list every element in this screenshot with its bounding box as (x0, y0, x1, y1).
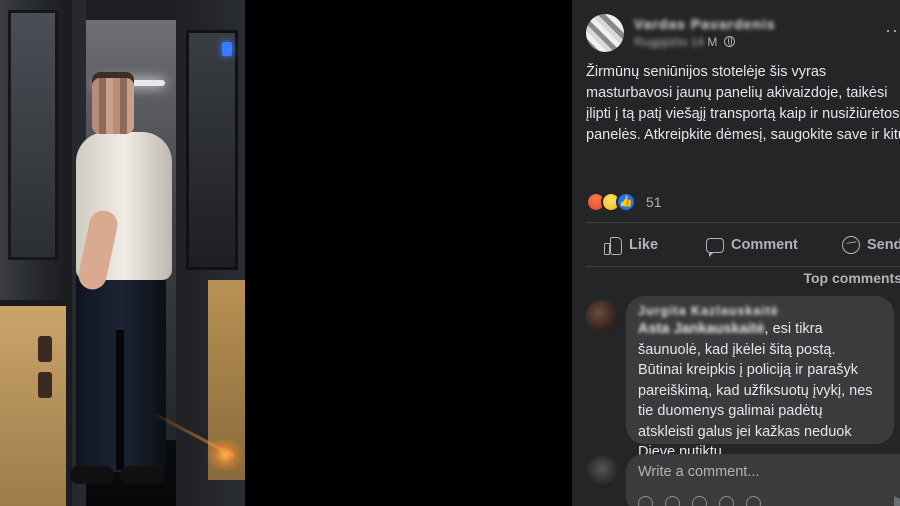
divider (586, 266, 900, 267)
gif-icon[interactable] (719, 496, 734, 506)
comment-text: Asta Jankauskaitė, esi tikra šaunuolė, k… (638, 319, 882, 463)
thumbs-up-icon (604, 236, 622, 255)
black-gap (245, 0, 572, 506)
door-slot (38, 372, 52, 398)
author-avatar[interactable] (586, 14, 624, 52)
sticker-icon[interactable] (746, 496, 761, 506)
tagged-user[interactable]: Asta Jankauskaitė (638, 321, 765, 337)
like-reaction-icon: 👍 (616, 192, 636, 212)
commenter-avatar[interactable] (586, 300, 618, 332)
floor-light (205, 440, 245, 470)
comment-label: Comment (731, 237, 798, 253)
author-name[interactable]: Vardas Pavardenis (634, 16, 776, 32)
person-shoe (120, 466, 164, 484)
camera-icon[interactable] (692, 496, 707, 506)
door-slot (38, 336, 52, 362)
bus-panel-left (0, 300, 66, 506)
more-options-icon[interactable]: ··· (885, 20, 900, 41)
post-body: Žirmūnų seniūnijos stotelėje šis vyras m… (586, 64, 900, 143)
facebook-post: Vardas Pavardenis Rugpjūčio 14 M ··· Žir… (572, 0, 900, 506)
commenter-name[interactable]: Jurgita Kazlauskaitė (638, 304, 882, 318)
person-leg-gap (116, 330, 124, 470)
comment-input[interactable]: Write a comment... (626, 454, 900, 506)
current-user-avatar (586, 456, 618, 488)
bus-window-left (8, 10, 58, 260)
post-header: Vardas Pavardenis Rugpjūčio 14 M ··· (586, 14, 900, 54)
bus-window-right (186, 30, 238, 270)
comment-body: , esi tikra šaunuolė, kad įkėlei šitą po… (638, 321, 873, 460)
send-button[interactable]: Send (842, 228, 900, 262)
globe-icon (723, 36, 735, 47)
person-shoe (70, 466, 114, 484)
comment-button[interactable]: Comment (706, 228, 798, 262)
timestamp-blurred: Rugpjūčio 14 (634, 35, 705, 49)
comment: Jurgita Kazlauskaitė Asta Jankauskaitė, … (586, 296, 900, 460)
pixelated-face (92, 78, 134, 134)
messenger-icon (842, 236, 860, 254)
emoji-icon[interactable] (665, 496, 680, 506)
timestamp-suffix: M (707, 35, 718, 49)
post-timestamp[interactable]: Rugpjūčio 14 M (634, 35, 735, 49)
post-photo[interactable] (0, 0, 245, 506)
comment-bubble-icon (706, 238, 724, 257)
post-actions: Like Comment Send (586, 228, 900, 262)
reactions-bar[interactable]: 👍 51 19 (586, 192, 900, 214)
write-comment-row: Write a comment... (586, 454, 900, 506)
comment-sort-dropdown[interactable]: Top comments (803, 270, 900, 286)
comment-bubble: Jurgita Kazlauskaitė Asta Jankauskaitė, … (626, 296, 894, 460)
avatar-sticker-icon[interactable] (638, 496, 653, 506)
divider (586, 222, 900, 223)
bus-indicator-light (222, 42, 232, 56)
send-label: Send (867, 237, 900, 253)
comment-input-tools (638, 496, 761, 506)
like-label: Like (629, 237, 659, 253)
send-comment-icon[interactable] (894, 496, 900, 506)
like-button[interactable]: Like (604, 228, 658, 262)
comment-input-placeholder: Write a comment... (638, 464, 760, 480)
reaction-count[interactable]: 51 (646, 194, 662, 210)
